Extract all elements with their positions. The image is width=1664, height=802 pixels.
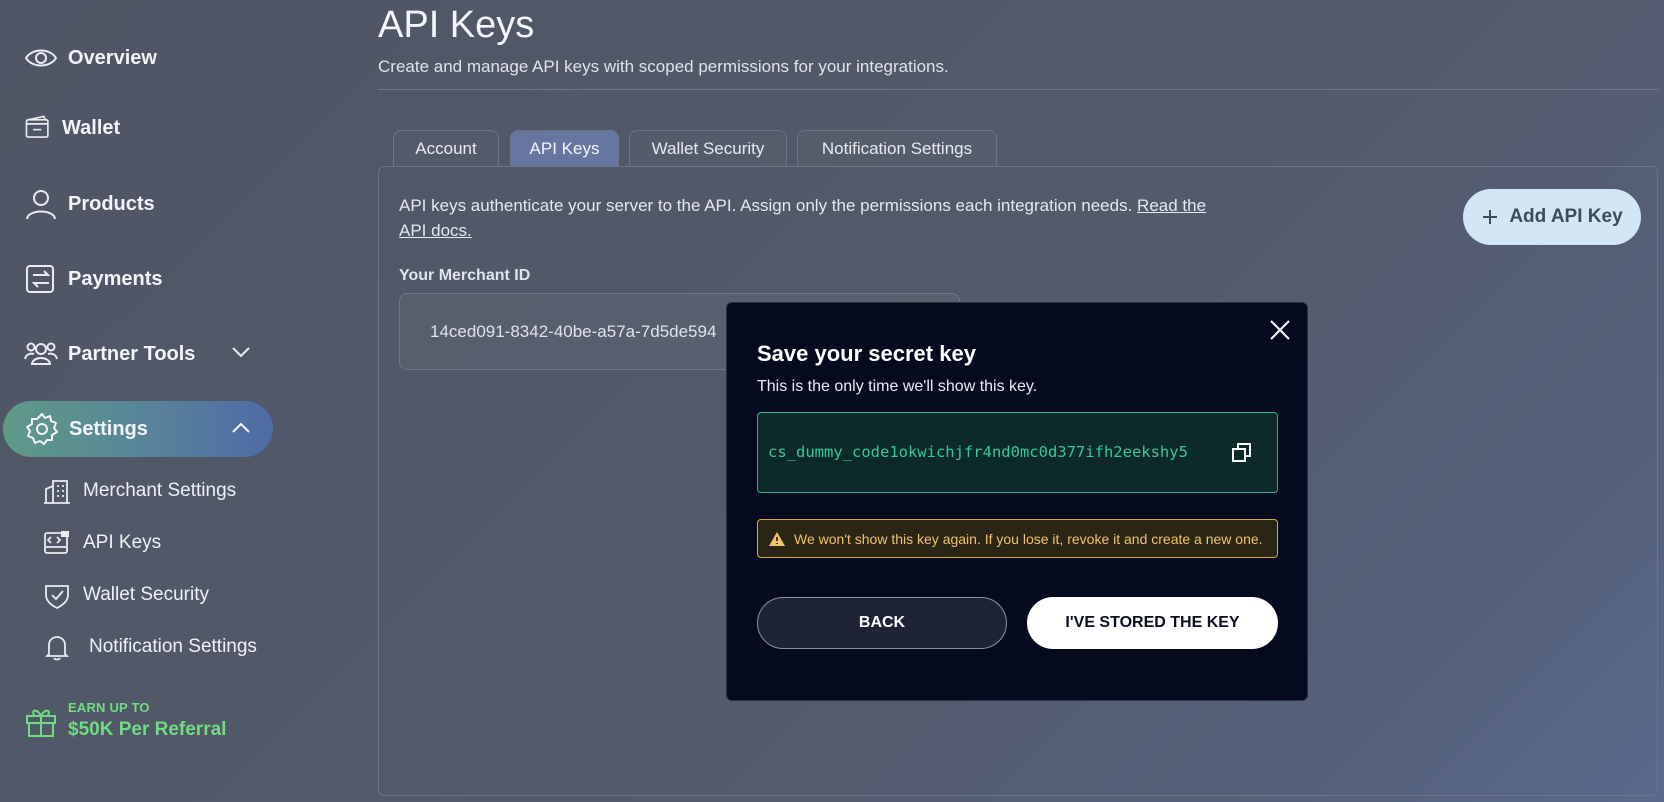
building-icon — [44, 480, 70, 504]
bell-icon — [44, 636, 70, 661]
chevron-up-icon[interactable] — [231, 421, 251, 435]
sidebar-item-label: Overview — [68, 46, 157, 69]
sidebar: Overview Wallet Products Payments Partne… — [0, 0, 290, 802]
back-button[interactable]: BACK — [757, 597, 1007, 649]
panel-intro: API keys authenticate your server to the… — [399, 193, 1229, 243]
close-icon[interactable] — [1267, 317, 1293, 343]
warning-banner: We won't show this key again. If you los… — [757, 519, 1278, 558]
sidebar-subitem-label: API Keys — [83, 532, 162, 553]
secret-key-value: cs_dummy_code1okwichjfr4nd0mc0d377ifh2ee… — [768, 443, 1188, 461]
copy-icon[interactable] — [1231, 442, 1253, 464]
sidebar-subitem-api-keys[interactable]: API Keys — [43, 529, 161, 557]
warning-text: We won't show this key again. If you los… — [794, 530, 1263, 547]
sidebar-subitem-label: Merchant Settings — [83, 480, 237, 501]
referral-promo[interactable]: EARN UP TO $50K Per Referral — [24, 700, 226, 741]
eye-icon — [24, 49, 58, 67]
sidebar-subitem-merchant-settings[interactable]: Merchant Settings — [43, 477, 236, 505]
chevron-down-icon[interactable] — [231, 345, 251, 359]
page-subtitle: Create and manage API keys with scoped p… — [378, 57, 949, 76]
merchant-id-label: Your Merchant ID — [399, 267, 531, 284]
page-title: API Keys — [378, 4, 535, 46]
sidebar-item-label: Partner Tools — [68, 342, 196, 365]
sidebar-item-overview[interactable]: Overview — [24, 41, 157, 75]
secret-key-field[interactable]: cs_dummy_code1okwichjfr4nd0mc0d377ifh2ee… — [757, 412, 1278, 493]
header-divider — [378, 89, 1658, 90]
stored-key-button[interactable]: I'VE STORED THE KEY — [1027, 597, 1278, 649]
sidebar-item-label: Settings — [69, 417, 148, 440]
modal-title: Save your secret key — [757, 341, 976, 366]
sidebar-item-label: Payments — [68, 267, 163, 290]
sidebar-subitem-label: Notification Settings — [89, 636, 257, 657]
sidebar-item-label: Wallet — [62, 116, 121, 139]
sidebar-item-payments[interactable]: Payments — [24, 262, 163, 296]
add-api-key-button[interactable]: Add API Key — [1463, 189, 1641, 245]
sidebar-item-partner-tools[interactable]: Partner Tools — [24, 337, 195, 371]
add-api-key-label: Add API Key — [1509, 206, 1623, 227]
transfer-icon — [26, 265, 54, 293]
sidebar-item-wallet[interactable]: Wallet — [24, 114, 120, 142]
modal-subtitle: This is the only time we'll show this ke… — [757, 378, 1038, 395]
intro-text: API keys authenticate your server to the… — [399, 196, 1133, 215]
tab-account[interactable]: Account — [393, 130, 499, 167]
secret-key-modal: Save your secret key This is the only ti… — [726, 302, 1308, 701]
sidebar-item-products[interactable]: Products — [24, 187, 155, 221]
merchant-id-value: 14ced091-8342-40be-a57a-7d5de594 — [430, 322, 717, 341]
sidebar-subitem-label: Wallet Security — [83, 584, 209, 605]
gift-icon — [26, 709, 56, 737]
sidebar-item-label: Products — [68, 192, 155, 215]
sidebar-subitem-wallet-security[interactable]: Wallet Security — [43, 581, 209, 609]
gear-icon — [26, 413, 58, 445]
promo-amount: $50K Per Referral — [68, 719, 227, 740]
users-icon — [24, 342, 58, 365]
tab-wallet-security[interactable]: Wallet Security — [629, 130, 787, 167]
promo-label: EARN UP TO — [68, 700, 150, 715]
sidebar-subitem-notification-settings[interactable]: Notification Settings — [43, 633, 257, 661]
wallet-icon — [25, 115, 49, 138]
user-icon — [26, 190, 56, 220]
tab-notification-settings[interactable]: Notification Settings — [797, 130, 997, 167]
plus-icon — [1483, 210, 1498, 224]
warning-icon — [769, 531, 785, 546]
shield-check-icon — [45, 585, 69, 609]
tab-api-keys[interactable]: API Keys — [510, 130, 619, 167]
key-card-icon — [44, 531, 69, 554]
